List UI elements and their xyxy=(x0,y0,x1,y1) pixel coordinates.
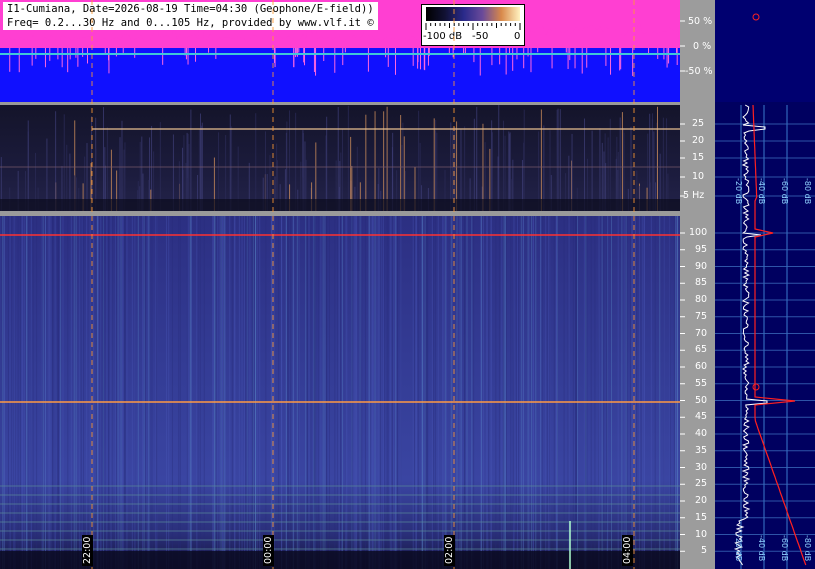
profile-top-area xyxy=(715,0,815,102)
db-scale-label: -60 dB xyxy=(780,535,789,562)
lower-freq-label: 5 xyxy=(701,545,708,557)
time-label-0200: 02:00 xyxy=(444,534,455,566)
lower-freq-label: 55 xyxy=(695,377,708,389)
lower-freq-label: 60 xyxy=(695,361,708,372)
time-label-0000: 00:00 xyxy=(263,534,274,566)
frequency-axis-column: 50 % 0 % -50 % 25 20 15 10 5 Hz 100 95 90 85 80 7… xyxy=(680,0,715,569)
marker-circle-2 xyxy=(752,383,760,391)
lower-freq-label: 65 xyxy=(695,344,708,356)
lower-freq-label: 20 xyxy=(695,495,708,506)
spectrum-profile-panel: -20 dB -40 dB -60 dB -80 dB -20 dB -40 dB -60… xyxy=(715,0,815,569)
upper-freq-label: 20 xyxy=(692,135,705,146)
spectrum-profile xyxy=(715,0,815,569)
amp-label-50: 50 % xyxy=(688,16,713,27)
lower-freq-label: 100 xyxy=(689,227,708,238)
time-label-2200: 22:00 xyxy=(82,534,93,566)
lower-freq-label: 50 xyxy=(695,394,708,406)
upper-freq-label: 5 Hz xyxy=(683,190,705,201)
time-markers xyxy=(91,0,635,569)
upper-freq-label: 15 xyxy=(692,152,705,163)
amp-label-minus50: -50 % xyxy=(685,66,713,77)
lower-freq-label: 85 xyxy=(695,277,708,289)
amp-label-0: 0 % xyxy=(693,41,712,52)
lower-freq-label: 95 xyxy=(695,243,708,255)
db-scale-label: -20 dB xyxy=(734,535,743,562)
db-scale-label: -20 dB xyxy=(734,178,743,205)
lower-freq-label: 70 xyxy=(695,327,708,339)
db-scale-label: -80 dB xyxy=(803,535,812,562)
db-scale-label: -40 dB xyxy=(757,535,766,562)
profile-trace-red xyxy=(752,104,807,566)
time-label-0400: 04:00 xyxy=(622,534,633,566)
lower-freq-label: 40 xyxy=(695,428,708,439)
lower-freq-label: 10 xyxy=(695,528,708,540)
db-scale-label: -60 dB xyxy=(780,178,789,205)
lower-freq-label: 35 xyxy=(695,444,708,456)
lower-freq-label: 45 xyxy=(695,411,708,423)
lower-freq-label: 15 xyxy=(695,511,708,523)
lower-freq-label: 80 xyxy=(695,294,708,305)
lower-freq-label: 90 xyxy=(695,260,708,272)
db-scale-label: -80 dB xyxy=(803,178,812,205)
lower-freq-label: 75 xyxy=(695,310,708,322)
upper-freq-label: 10 xyxy=(692,171,705,182)
lower-freq-label: 30 xyxy=(695,461,708,473)
upper-freq-label: 25 xyxy=(692,118,705,129)
db-scale-label: -40 dB xyxy=(757,178,766,205)
profile-trace-white xyxy=(733,104,768,566)
lower-freq-label: 25 xyxy=(695,478,708,490)
